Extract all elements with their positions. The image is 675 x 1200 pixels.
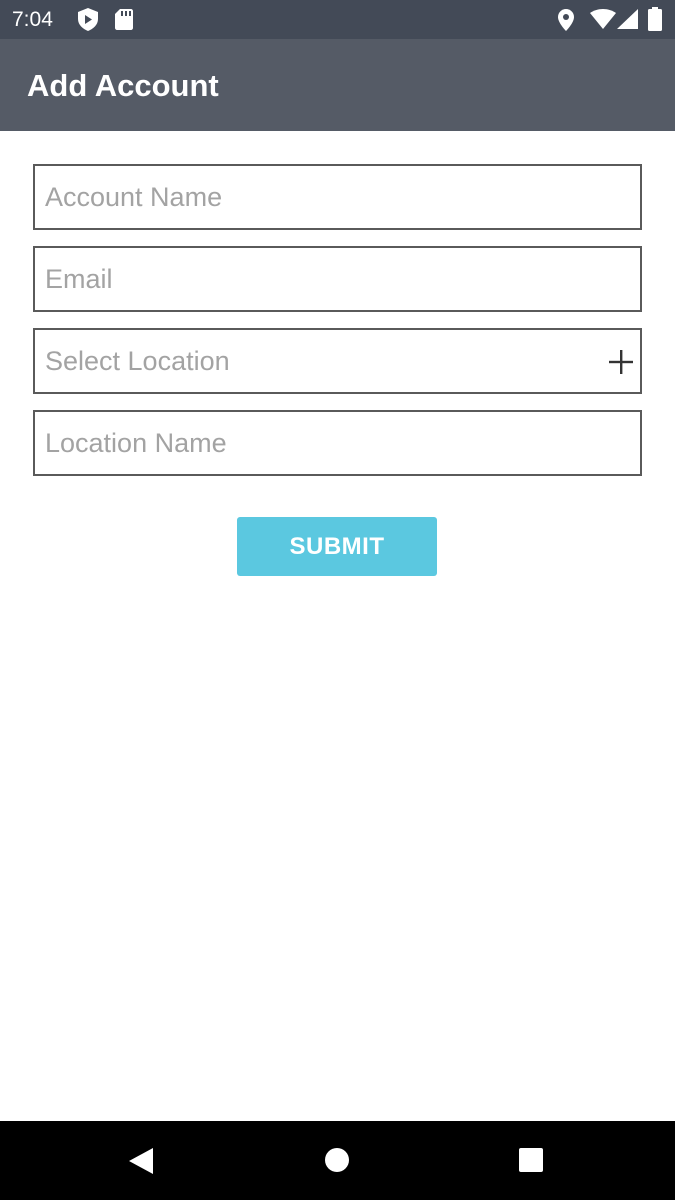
- cellular-signal-icon: [617, 9, 638, 29]
- plus-icon[interactable]: [608, 349, 634, 375]
- wifi-icon: [590, 9, 616, 29]
- home-button[interactable]: [297, 1121, 377, 1200]
- select-location-field[interactable]: [33, 328, 642, 394]
- location-name-field: [33, 410, 642, 476]
- back-icon: [129, 1148, 153, 1174]
- app-bar: Add Account: [0, 39, 675, 131]
- email-field: [33, 246, 642, 312]
- submit-button[interactable]: SUBMIT: [237, 517, 437, 576]
- recents-icon: [519, 1148, 543, 1172]
- account-name-field: [33, 164, 642, 230]
- navigation-bar: [0, 1121, 675, 1200]
- location-name-input[interactable]: [45, 412, 605, 474]
- battery-icon: [648, 7, 662, 31]
- home-icon: [325, 1148, 349, 1172]
- page-title: Add Account: [27, 68, 219, 103]
- sd-card-icon: [115, 9, 133, 30]
- status-time: 7:04: [12, 8, 53, 31]
- status-bar: 7:04: [0, 0, 675, 39]
- play-protect-icon: [78, 8, 98, 31]
- back-button[interactable]: [102, 1121, 182, 1200]
- location-icon: [558, 9, 574, 31]
- select-location-input[interactable]: [45, 330, 605, 392]
- email-input[interactable]: [45, 248, 605, 310]
- account-name-input[interactable]: [45, 166, 605, 228]
- recents-button[interactable]: [491, 1121, 571, 1200]
